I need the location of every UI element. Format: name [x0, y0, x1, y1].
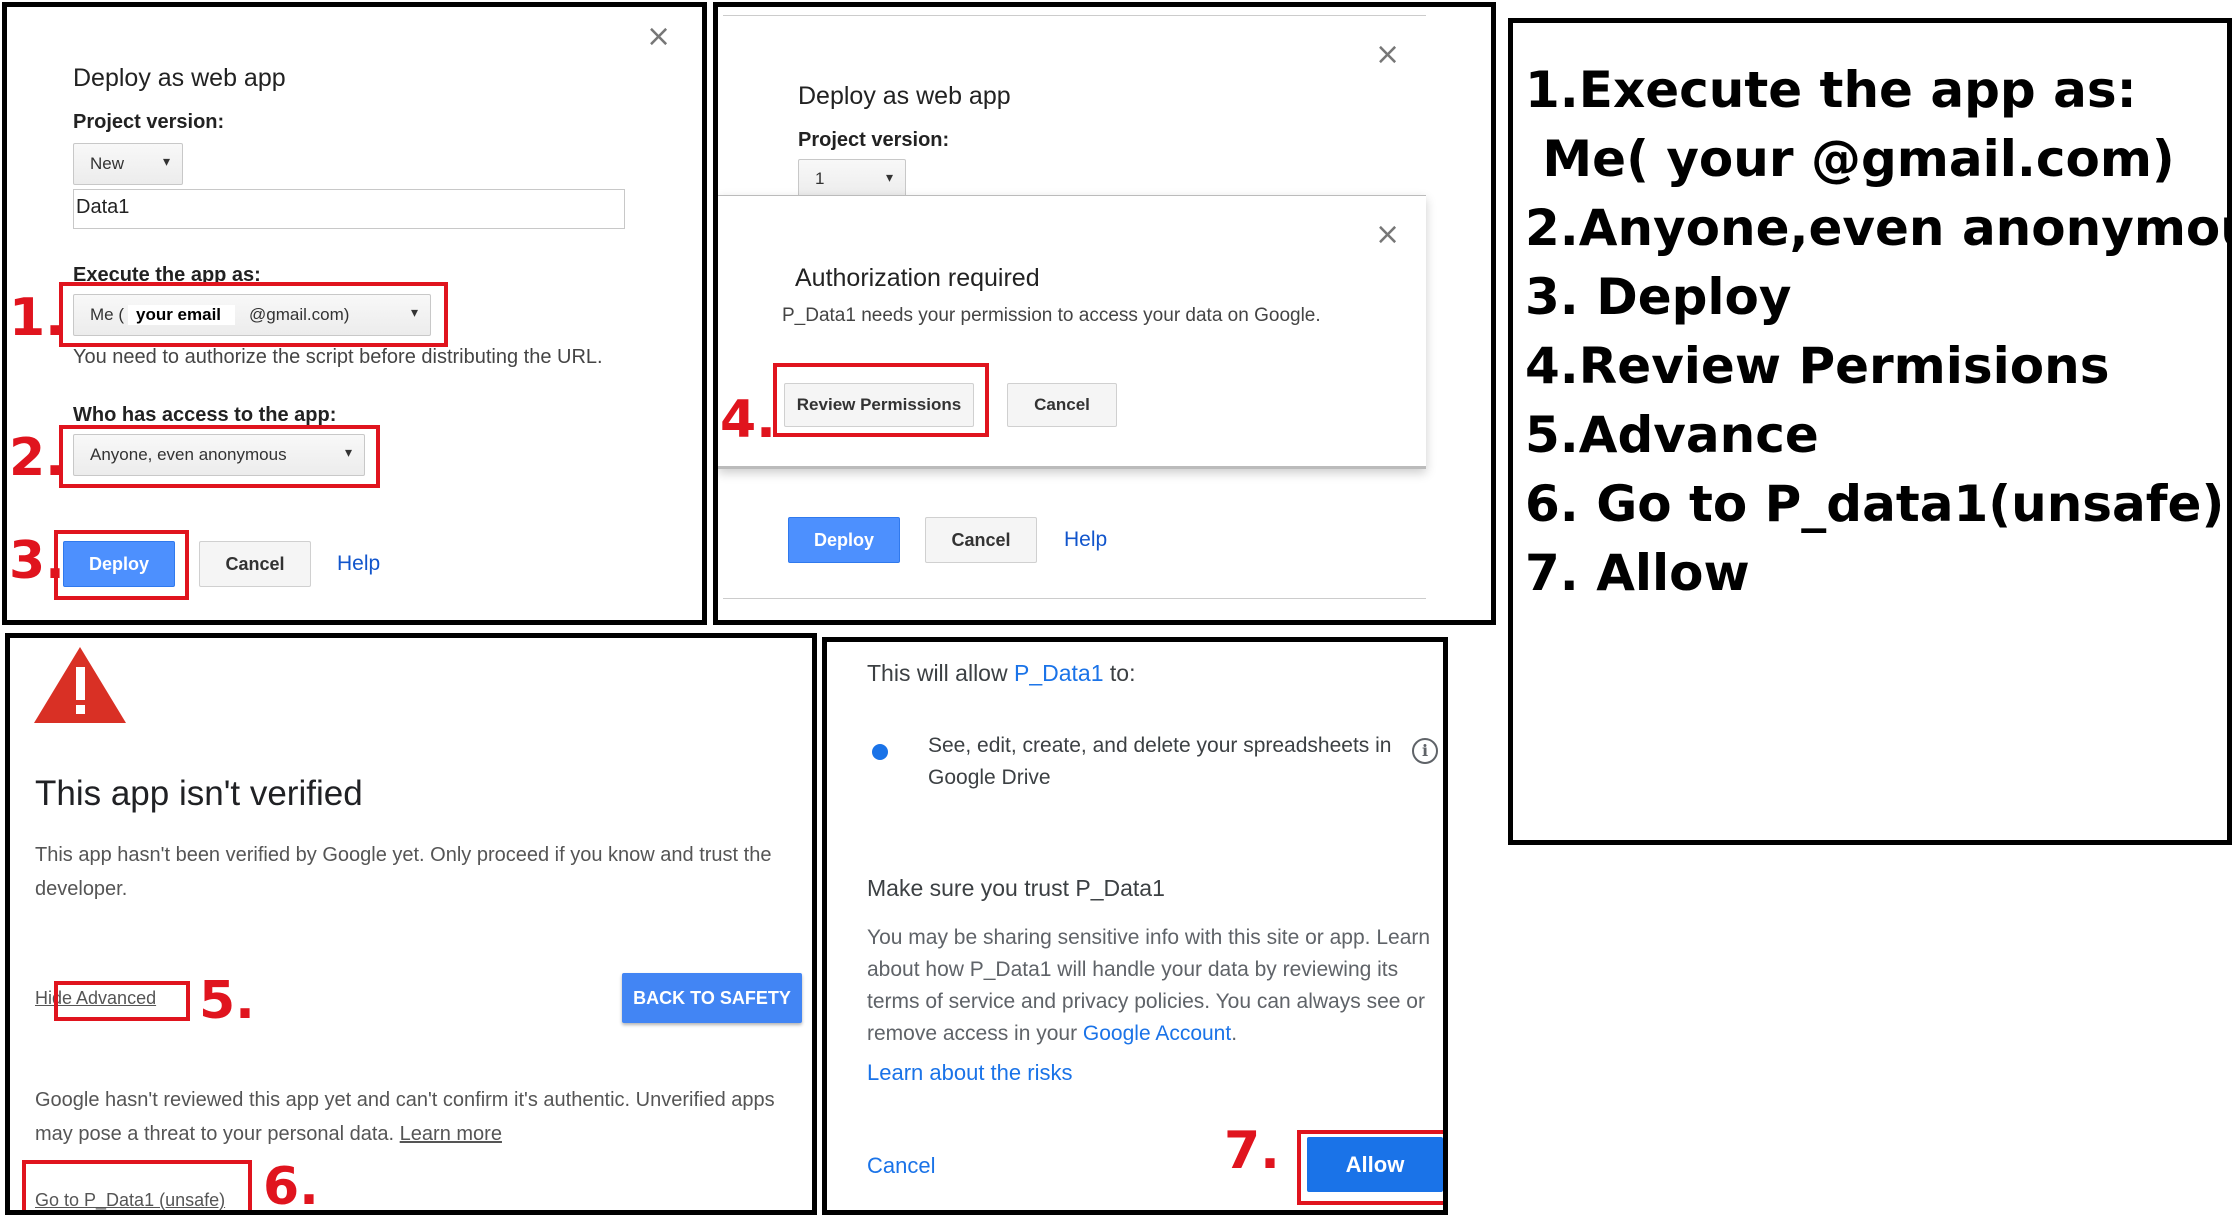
deploy-dialog-panel: × Deploy as web app Project version: New… — [2, 2, 707, 625]
advanced-text: Google hasn't reviewed this app yet and … — [35, 1083, 805, 1151]
project-version-label: Project version: — [798, 129, 950, 151]
trust-text-end: . — [1231, 1022, 1238, 1045]
allow-heading-prefix: This will allow — [867, 660, 1014, 686]
step-number-1: 1. — [9, 288, 65, 348]
auth-cancel-button[interactable]: Cancel — [1007, 383, 1117, 427]
unverified-app-panel: This app isn't verified This app hasn't … — [5, 633, 817, 1215]
learn-risks-link[interactable]: Learn about the risks — [867, 1057, 1072, 1089]
app-name-link[interactable]: P_Data1 — [1014, 660, 1104, 686]
instruction-line-2: Me( your @gmail.com) — [1525, 130, 2175, 188]
chevron-down-icon: ▾ — [162, 153, 170, 169]
access-label: Who has access to the app: — [73, 404, 337, 426]
project-version-select[interactable]: New ▾ — [73, 143, 183, 185]
annotation-box-4 — [773, 363, 989, 437]
cancel-button[interactable]: Cancel — [199, 541, 311, 587]
auth-note: You need to authorize the script before … — [73, 346, 603, 368]
instruction-line-3: 2.Anyone,even anonymous — [1525, 199, 2232, 257]
allow-heading-suffix: to: — [1103, 660, 1136, 686]
project-version-value: New — [90, 154, 125, 173]
scope-text: See, edit, create, and delete your sprea… — [928, 734, 1392, 789]
annotation-box-3 — [54, 530, 189, 600]
project-version-label: Project version: — [73, 111, 225, 133]
help-link[interactable]: Help — [337, 552, 380, 576]
instruction-line-8: 7. Allow — [1525, 544, 1750, 602]
close-icon[interactable]: × — [646, 22, 671, 52]
unverified-paragraph: This app hasn't been verified by Google … — [35, 844, 772, 900]
annotation-box-6 — [22, 1160, 252, 1210]
trust-text: You may be sharing sensitive info with t… — [867, 922, 1443, 1050]
warning-triangle-icon — [34, 647, 126, 723]
project-version-select[interactable]: 1 ▾ — [798, 159, 906, 199]
step-number-5: 5. — [199, 971, 255, 1031]
instruction-line-6: 5.Advance — [1525, 406, 1819, 464]
info-icon[interactable]: i — [1412, 738, 1438, 764]
cancel-button[interactable]: Cancel — [925, 517, 1037, 563]
authorization-panel: × Deploy as web app Project version: 1 ▾… — [713, 2, 1496, 625]
instruction-line-4: 3. Deploy — [1525, 268, 1792, 326]
step-number-3: 3. — [9, 531, 65, 591]
scope-bullet-icon — [872, 744, 888, 760]
instruction-line-1: 1.Execute the app as: — [1525, 61, 2137, 119]
help-link[interactable]: Help — [1064, 528, 1107, 552]
step-number-6: 6. — [263, 1157, 319, 1215]
chevron-down-icon: ▾ — [885, 169, 893, 185]
allow-access-panel: This will allow P_Data1 to: See, edit, c… — [822, 637, 1448, 1215]
trust-title: Make sure you trust P_Data1 — [867, 875, 1165, 901]
info-glyph: i — [1421, 741, 1429, 760]
annotation-box-2 — [59, 425, 380, 488]
step-number-4: 4. — [720, 390, 776, 450]
google-account-link[interactable]: Google Account — [1083, 1022, 1231, 1045]
auth-title: Authorization required — [795, 264, 1040, 292]
instruction-line-7: 6. Go to P_data1(unsafe) — [1525, 475, 2225, 533]
instruction-line-5: 4.Review Permisions — [1525, 337, 2110, 395]
dialog-title: Deploy as web app — [73, 64, 286, 92]
step-number-2: 2. — [9, 428, 65, 488]
learn-more-link[interactable]: Learn more — [400, 1123, 502, 1145]
close-icon[interactable]: × — [1375, 220, 1400, 250]
description-input[interactable]: Data1 — [73, 189, 625, 229]
project-version-value: 1 — [815, 169, 825, 188]
auth-text: P_Data1 needs your permission to access … — [782, 305, 1321, 326]
annotation-box-1 — [59, 282, 448, 347]
cancel-button[interactable]: Cancel — [867, 1150, 935, 1182]
dialog-title: Deploy as web app — [798, 82, 1011, 110]
instructions-panel: 1.Execute the app as: Me( your @gmail.co… — [1508, 18, 2232, 845]
annotation-box-5 — [54, 981, 190, 1021]
step-number-7: 7. — [1224, 1121, 1280, 1181]
close-icon[interactable]: × — [1375, 40, 1400, 70]
description-value: Data1 — [76, 196, 130, 218]
allow-heading: This will allow P_Data1 to: — [867, 657, 1135, 689]
unverified-title: This app isn't verified — [35, 774, 363, 813]
annotation-box-7 — [1297, 1130, 1443, 1205]
back-to-safety-button[interactable]: BACK TO SAFETY — [622, 973, 802, 1023]
deploy-button[interactable]: Deploy — [788, 517, 900, 563]
